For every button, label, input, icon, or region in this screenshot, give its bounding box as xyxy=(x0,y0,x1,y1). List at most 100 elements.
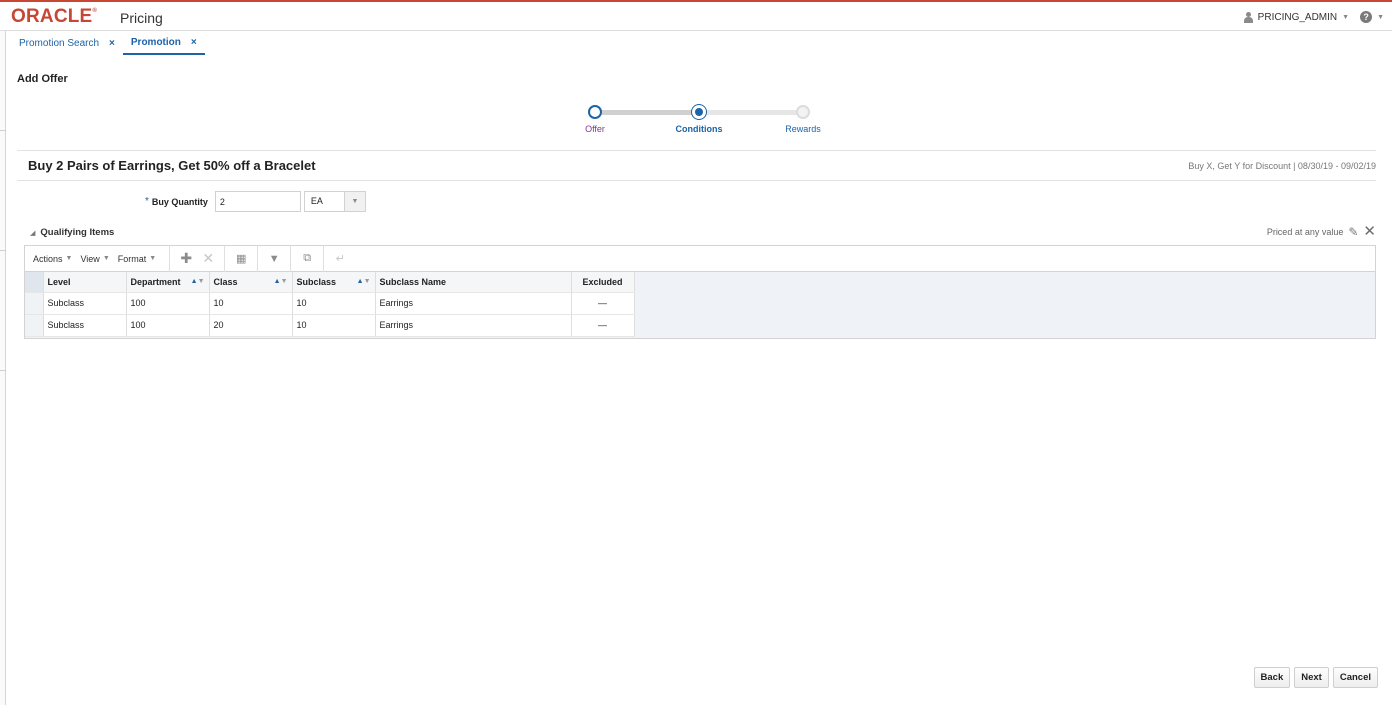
col-subclass-name[interactable]: Subclass Name xyxy=(375,272,572,293)
chevron-down-icon: ▼ xyxy=(102,255,110,262)
offer-title: Buy 2 Pairs of Earrings, Get 50% off a B… xyxy=(28,158,316,173)
sort-icon[interactable]: ▲▼ xyxy=(274,278,288,285)
buy-quantity-row: * Buy Quantity EA ▼ xyxy=(145,191,366,212)
wrap-icon[interactable]: ↵ xyxy=(329,252,351,265)
next-button[interactable]: Next xyxy=(1294,667,1329,688)
train-stop-rewards[interactable] xyxy=(796,105,810,119)
chevron-down-icon: ▼ xyxy=(149,255,157,262)
row-header[interactable] xyxy=(25,314,44,337)
app-header: ORACLE® Pricing PRICING_ADMIN ▼ ? ▼ xyxy=(0,0,1392,31)
add-icon[interactable]: ✚ xyxy=(175,250,197,267)
actions-label: Actions xyxy=(33,253,63,264)
chevron-down-icon[interactable]: ▼ xyxy=(1342,14,1349,21)
table-row[interactable]: Subclass 100 10 10 Earrings — xyxy=(25,292,635,315)
delete-icon[interactable]: ✕ xyxy=(197,250,219,267)
col-class[interactable]: Class ▲▼ xyxy=(209,272,293,293)
qualifying-items-header[interactable]: ◢ Qualifying Items xyxy=(30,227,114,238)
train-connector xyxy=(700,110,804,115)
header-row: Level Department ▲▼ Class ▲▼ Subclass ▲▼ Su… xyxy=(25,272,635,293)
buy-quantity-input[interactable] xyxy=(214,191,301,212)
user-menu[interactable]: PRICING_ADMIN xyxy=(1258,12,1337,23)
calendar-icon[interactable]: ▦ xyxy=(230,252,252,265)
train-connector xyxy=(596,110,700,115)
train-label-rewards[interactable]: Rewards xyxy=(763,124,843,134)
col-label: Class xyxy=(213,276,238,287)
cell-excluded[interactable]: — xyxy=(571,314,635,337)
actions-menu[interactable]: Actions ▼ xyxy=(33,254,72,264)
chevron-down-icon[interactable]: ▼ xyxy=(1377,14,1384,21)
priced-at-area: Priced at any value ✎ ✕ xyxy=(1266,224,1376,239)
view-label: View xyxy=(80,253,100,264)
cell-subclass-name: Earrings xyxy=(375,314,572,337)
toolbar-separator xyxy=(169,245,171,272)
chevron-down-icon[interactable]: ▼ xyxy=(343,192,365,211)
table-row[interactable]: Subclass 100 20 10 Earrings — xyxy=(25,314,635,337)
required-marker: * xyxy=(145,196,149,207)
col-department[interactable]: Department ▲▼ xyxy=(126,272,210,293)
cell-excluded[interactable]: — xyxy=(571,292,635,315)
priced-label: Priced at any value xyxy=(1266,227,1344,237)
sort-icon[interactable]: ▲▼ xyxy=(357,278,371,285)
row-header[interactable] xyxy=(25,292,44,315)
col-excluded[interactable]: Excluded xyxy=(571,272,635,293)
cell-level: Subclass xyxy=(43,314,127,337)
cell-level: Subclass xyxy=(43,292,127,315)
section-title: Qualifying Items xyxy=(40,227,115,238)
user-area: PRICING_ADMIN ▼ ? ▼ xyxy=(1243,11,1384,23)
back-button[interactable]: Back xyxy=(1253,667,1291,688)
user-icon xyxy=(1243,11,1253,23)
train-stop-conditions[interactable] xyxy=(692,105,706,119)
tab-label: Promotion Search xyxy=(19,37,100,49)
train-stop-offer[interactable] xyxy=(588,105,602,119)
document-tabs: Promotion Search × Promotion × xyxy=(11,31,205,55)
sort-icon[interactable]: ▲▼ xyxy=(191,278,205,285)
format-menu[interactable]: Format ▼ xyxy=(118,254,156,264)
toolbar-separator xyxy=(323,245,325,272)
table-toolbar: Actions ▼ View ▼ Format ▼ ✚ ✕ ▦ ▼ ⧉ ↵ xyxy=(25,245,1375,272)
qualifying-items-table: Actions ▼ View ▼ Format ▼ ✚ ✕ ▦ ▼ ⧉ ↵ Level… xyxy=(24,245,1376,339)
cell-department: 100 xyxy=(126,292,210,315)
divider xyxy=(17,150,1376,151)
col-label: Department xyxy=(130,276,181,287)
uom-value: EA xyxy=(310,196,323,206)
page-title: Add Offer xyxy=(17,73,68,85)
close-icon[interactable]: × xyxy=(191,37,197,48)
help-icon[interactable]: ? xyxy=(1360,11,1373,23)
toolbar-separator xyxy=(224,245,226,272)
close-icon[interactable]: ✕ xyxy=(1363,224,1376,239)
brand-text: ORACLE xyxy=(11,6,93,27)
uom-select[interactable]: EA ▼ xyxy=(303,191,366,212)
row-header-corner xyxy=(25,272,44,293)
format-label: Format xyxy=(117,253,147,264)
left-gutter xyxy=(0,0,6,705)
tab-promotion-search[interactable]: Promotion Search × xyxy=(11,31,123,55)
tab-label: Promotion xyxy=(130,36,181,48)
close-icon[interactable]: × xyxy=(109,38,115,49)
cell-subclass: 10 xyxy=(292,314,376,337)
col-label: Subclass xyxy=(296,276,337,287)
cell-subclass: 10 xyxy=(292,292,376,315)
filter-icon[interactable]: ▼ xyxy=(263,253,285,265)
cell-class: 20 xyxy=(209,314,293,337)
offer-meta: Buy X, Get Y for Discount | 08/30/19 - 0… xyxy=(1188,161,1376,171)
process-train: Offer Conditions Rewards xyxy=(560,100,860,140)
grid: Level Department ▲▼ Class ▲▼ Subclass ▲▼ Su… xyxy=(25,272,635,337)
toolbar-separator xyxy=(290,245,292,272)
cell-class: 10 xyxy=(209,292,293,315)
buy-quantity-label: Buy Quantity xyxy=(151,196,208,207)
train-label-offer[interactable]: Offer xyxy=(555,124,635,134)
divider xyxy=(17,180,1376,181)
app-name: Pricing xyxy=(120,10,163,26)
train-label-conditions[interactable]: Conditions xyxy=(659,124,739,134)
detach-icon[interactable]: ⧉ xyxy=(296,252,318,265)
toolbar-separator xyxy=(257,245,259,272)
oracle-logo: ORACLE® xyxy=(11,6,98,27)
disclosure-triangle-icon[interactable]: ◢ xyxy=(30,229,35,237)
view-menu[interactable]: View ▼ xyxy=(80,254,109,264)
tab-promotion[interactable]: Promotion × xyxy=(122,31,205,55)
col-subclass[interactable]: Subclass ▲▼ xyxy=(292,272,376,293)
col-level[interactable]: Level xyxy=(43,272,127,293)
pencil-icon[interactable]: ✎ xyxy=(1348,225,1358,239)
cancel-button[interactable]: Cancel xyxy=(1332,667,1378,688)
cell-department: 100 xyxy=(126,314,210,337)
